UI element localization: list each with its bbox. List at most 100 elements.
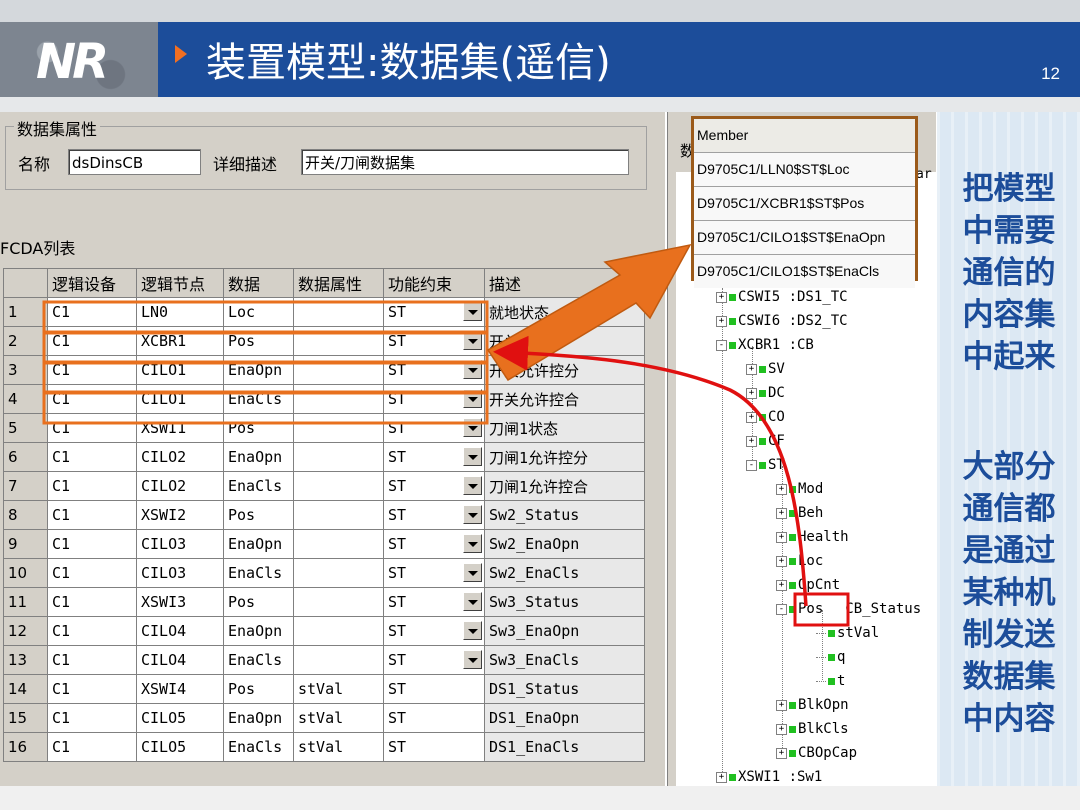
description-cell[interactable]: 就地状态 bbox=[484, 297, 645, 327]
tree-node[interactable]: + Health bbox=[776, 528, 849, 546]
dropdown-arrow-icon[interactable] bbox=[463, 505, 482, 524]
functional-constraint-cell[interactable]: ST bbox=[383, 442, 485, 472]
table-row[interactable]: 1 C1 LN0 Loc ST 就地状态 bbox=[3, 297, 645, 327]
collapse-icon[interactable]: - bbox=[746, 459, 757, 471]
row-number[interactable]: 3 bbox=[3, 355, 48, 385]
dropdown-arrow-icon[interactable] bbox=[463, 331, 482, 350]
column-header[interactable]: 数据 bbox=[223, 268, 294, 298]
row-number[interactable]: 6 bbox=[3, 442, 48, 472]
data-attribute-cell[interactable] bbox=[293, 297, 384, 327]
logical-device-cell[interactable]: C1 bbox=[47, 442, 137, 472]
row-number[interactable]: 9 bbox=[3, 529, 48, 559]
logical-node-cell[interactable]: CILO2 bbox=[136, 471, 224, 501]
dropdown-arrow-icon[interactable] bbox=[463, 621, 482, 640]
row-number[interactable]: 1 bbox=[3, 297, 48, 327]
functional-constraint-cell[interactable]: ST bbox=[383, 471, 485, 501]
logical-node-cell[interactable]: XSWI2 bbox=[136, 500, 224, 530]
description-cell[interactable]: 开关允许控分 bbox=[484, 355, 645, 385]
table-row[interactable]: 3 C1 CILO1 EnaOpn ST 开关允许控分 bbox=[3, 355, 645, 385]
tree-node[interactable]: + CSWI5 :DS1_TC bbox=[716, 288, 848, 306]
tree-node[interactable]: + BlkCls bbox=[776, 720, 849, 738]
data-attribute-cell[interactable] bbox=[293, 413, 384, 443]
logical-node-cell[interactable]: XSWI1 bbox=[136, 413, 224, 443]
data-attribute-cell[interactable] bbox=[293, 355, 384, 385]
logical-device-cell[interactable]: C1 bbox=[47, 500, 137, 530]
description-cell[interactable]: Sw2_EnaCls bbox=[484, 558, 645, 588]
logical-device-cell[interactable]: C1 bbox=[47, 674, 137, 704]
table-row[interactable]: 14 C1 XSWI4 Pos stVal ST DS1_Status bbox=[3, 674, 645, 704]
data-attribute-cell[interactable] bbox=[293, 616, 384, 646]
expand-icon[interactable]: + bbox=[776, 579, 787, 591]
tree-node[interactable]: stVal bbox=[816, 624, 879, 642]
data-cell[interactable]: EnaCls bbox=[223, 645, 294, 675]
tree-node[interactable]: + Loc bbox=[776, 552, 823, 570]
description-cell[interactable]: 刀闸1状态 bbox=[484, 413, 645, 443]
data-attribute-cell[interactable] bbox=[293, 384, 384, 414]
tree-node[interactable]: + DC bbox=[746, 384, 785, 402]
column-header[interactable] bbox=[3, 268, 48, 298]
logical-node-cell[interactable]: LN0 bbox=[136, 297, 224, 327]
logical-device-cell[interactable]: C1 bbox=[47, 616, 137, 646]
dropdown-arrow-icon[interactable] bbox=[463, 592, 482, 611]
tree-node[interactable]: + BlkOpn bbox=[776, 696, 849, 714]
data-attribute-cell[interactable] bbox=[293, 500, 384, 530]
data-cell[interactable]: Pos bbox=[223, 413, 294, 443]
logical-node-cell[interactable]: XCBR1 bbox=[136, 326, 224, 356]
description-cell[interactable]: Sw3_EnaCls bbox=[484, 645, 645, 675]
expand-icon[interactable]: + bbox=[776, 699, 787, 711]
row-number[interactable]: 4 bbox=[3, 384, 48, 414]
expand-icon[interactable]: + bbox=[716, 771, 727, 783]
tree-node[interactable]: + CF bbox=[746, 432, 785, 450]
logical-device-cell[interactable]: C1 bbox=[47, 645, 137, 675]
data-cell[interactable]: EnaCls bbox=[223, 732, 294, 762]
expand-icon[interactable]: + bbox=[776, 723, 787, 735]
data-cell[interactable]: Pos bbox=[223, 587, 294, 617]
table-row[interactable]: 10 C1 CILO3 EnaCls ST Sw2_EnaCls bbox=[3, 558, 645, 588]
functional-constraint-cell[interactable]: ST bbox=[383, 500, 485, 530]
logical-node-cell[interactable]: CILO1 bbox=[136, 355, 224, 385]
functional-constraint-cell[interactable]: ST bbox=[383, 703, 485, 733]
table-row[interactable]: 15 C1 CILO5 EnaOpn stVal ST DS1_EnaOpn bbox=[3, 703, 645, 733]
logical-node-cell[interactable]: CILO4 bbox=[136, 616, 224, 646]
tree-node[interactable]: + Beh bbox=[776, 504, 823, 522]
logical-device-cell[interactable]: C1 bbox=[47, 413, 137, 443]
column-header[interactable]: 描述 bbox=[484, 268, 645, 298]
data-attribute-cell[interactable]: stVal bbox=[293, 703, 384, 733]
logical-device-cell[interactable]: C1 bbox=[47, 297, 137, 327]
functional-constraint-cell[interactable]: ST bbox=[383, 355, 485, 385]
dropdown-arrow-icon[interactable] bbox=[463, 476, 482, 495]
tree-node[interactable]: + CO bbox=[746, 408, 785, 426]
data-cell[interactable]: EnaCls bbox=[223, 384, 294, 414]
data-cell[interactable]: EnaOpn bbox=[223, 703, 294, 733]
logical-device-cell[interactable]: C1 bbox=[47, 326, 137, 356]
description-cell[interactable]: 开关状态 bbox=[484, 326, 645, 356]
description-cell[interactable]: DS1_EnaOpn bbox=[484, 703, 645, 733]
dropdown-arrow-icon[interactable] bbox=[463, 534, 482, 553]
desc-field[interactable]: 开关/刀闸数据集 bbox=[301, 149, 629, 175]
table-row[interactable]: 16 C1 CILO5 EnaCls stVal ST DS1_EnaCls bbox=[3, 732, 645, 762]
expand-icon[interactable]: + bbox=[776, 555, 787, 567]
description-cell[interactable]: DS1_EnaCls bbox=[484, 732, 645, 762]
table-row[interactable]: 6 C1 CILO2 EnaOpn ST 刀闸1允许控分 bbox=[3, 442, 645, 472]
expand-icon[interactable]: + bbox=[716, 315, 727, 327]
column-header[interactable]: 功能约束 bbox=[383, 268, 485, 298]
logical-node-cell[interactable]: XSWI3 bbox=[136, 587, 224, 617]
member-item[interactable]: D9705C1/CILO1$ST$EnaCls bbox=[694, 255, 915, 288]
table-row[interactable]: 9 C1 CILO3 EnaOpn ST Sw2_EnaOpn bbox=[3, 529, 645, 559]
tree-node[interactable]: + CBOpCap bbox=[776, 744, 857, 762]
description-cell[interactable]: Sw3_Status bbox=[484, 587, 645, 617]
functional-constraint-cell[interactable]: ST bbox=[383, 645, 485, 675]
data-cell[interactable]: EnaCls bbox=[223, 471, 294, 501]
table-row[interactable]: 4 C1 CILO1 EnaCls ST 开关允许控合 bbox=[3, 384, 645, 414]
description-cell[interactable]: 开关允许控合 bbox=[484, 384, 645, 414]
table-row[interactable]: 2 C1 XCBR1 Pos ST 开关状态 bbox=[3, 326, 645, 356]
data-cell[interactable]: EnaOpn bbox=[223, 529, 294, 559]
data-attribute-cell[interactable] bbox=[293, 587, 384, 617]
logical-device-cell[interactable]: C1 bbox=[47, 558, 137, 588]
row-number[interactable]: 14 bbox=[3, 674, 48, 704]
data-cell[interactable]: EnaOpn bbox=[223, 355, 294, 385]
column-header[interactable]: 逻辑设备 bbox=[47, 268, 137, 298]
functional-constraint-cell[interactable]: ST bbox=[383, 616, 485, 646]
logical-device-cell[interactable]: C1 bbox=[47, 529, 137, 559]
logical-node-cell[interactable]: CILO4 bbox=[136, 645, 224, 675]
